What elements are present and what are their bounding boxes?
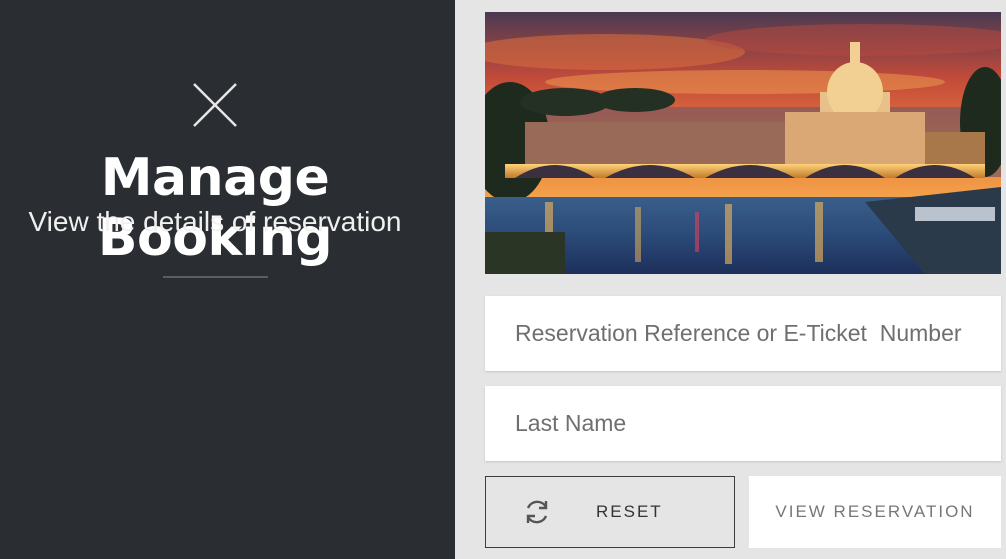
view-reservation-button[interactable]: VIEW RESERVATION [749, 476, 1001, 548]
lastname-input[interactable] [485, 386, 1001, 461]
sidebar-panel: Manage Booking View the details of reser… [0, 0, 455, 559]
lastname-field[interactable] [485, 386, 1001, 461]
reference-field[interactable] [485, 296, 1001, 371]
reset-button[interactable]: RESET [485, 476, 735, 548]
reset-label: RESET [596, 502, 663, 521]
page-subtitle: View the details of reservation [28, 206, 402, 237]
refresh-icon [522, 497, 552, 527]
divider [163, 276, 268, 278]
hero-image [485, 12, 1001, 274]
close-icon[interactable] [192, 82, 238, 128]
booking-form-panel: RESET VIEW RESERVATION [455, 0, 1006, 559]
reference-input[interactable] [485, 296, 1001, 371]
